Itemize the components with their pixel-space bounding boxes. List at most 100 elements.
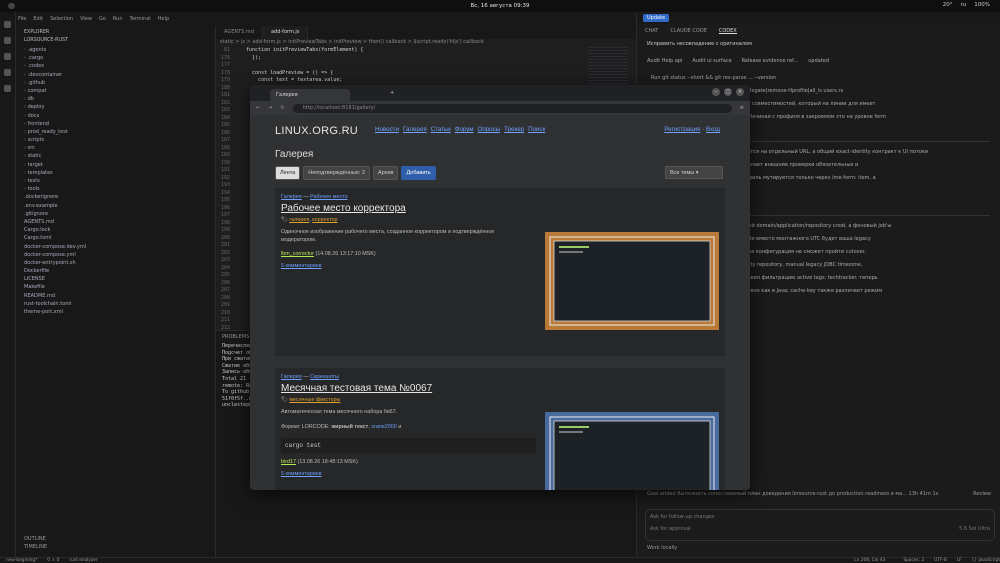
explorer-item[interactable]: scripts	[24, 136, 207, 144]
tab-codex[interactable]: CODEX	[718, 28, 737, 34]
tab-agents-md[interactable]: AGENTS.md	[216, 26, 263, 39]
battery-level[interactable]: 100%	[974, 2, 990, 8]
explorer-item[interactable]: db	[24, 95, 207, 103]
outline-section[interactable]: OUTLINE	[24, 535, 47, 543]
followup-input[interactable]: Ask for follow-up changes Ask for approv…	[645, 509, 995, 541]
project-name[interactable]: LORSOURCE-RUST	[24, 38, 207, 43]
source-control-icon[interactable]	[4, 53, 11, 60]
explorer-item[interactable]: rust-toolchain.toml	[24, 300, 207, 308]
tag-link[interactable]: месячные фикстуры	[289, 397, 340, 403]
back-icon[interactable]: ←	[256, 105, 260, 111]
explorer-item[interactable]: src	[24, 144, 207, 152]
breadcrumb[interactable]: static > js > add-form.js > initPreviewT…	[216, 39, 636, 47]
search-icon[interactable]	[4, 37, 11, 44]
explorer-item[interactable]: Makefile	[24, 283, 207, 291]
explorer-item[interactable]: .cargo	[24, 54, 207, 62]
nav-news[interactable]: Новости	[375, 126, 399, 133]
explorer-item[interactable]: theme-port.xml	[24, 308, 207, 316]
approval-mode[interactable]: Ask for approval	[650, 526, 691, 532]
explorer-item[interactable]: .codex	[24, 62, 207, 70]
run-debug-icon[interactable]	[4, 69, 11, 76]
explorer-item[interactable]: deploy	[24, 103, 207, 111]
explorer-item[interactable]: .agents	[24, 46, 207, 54]
explorer-item[interactable]: .github	[24, 79, 207, 87]
work-mode[interactable]: Work locally	[647, 545, 677, 551]
explorer-item[interactable]: prod_ready_test	[24, 128, 207, 136]
code-line[interactable]: 177	[220, 62, 636, 70]
keyboard-layout[interactable]: ru	[961, 2, 967, 8]
explorer-item[interactable]: .devcontainer	[24, 71, 207, 79]
code-line[interactable]: 178 const loadPreview = () => {	[220, 70, 636, 78]
nav-tracker[interactable]: Трекер	[504, 126, 524, 133]
explorer-item[interactable]: tests	[24, 177, 207, 185]
unconfirmed-button[interactable]: Неподтверждённые: 2	[303, 166, 371, 180]
explorer-item[interactable]: AGENTS.md	[24, 218, 207, 226]
menu-terminal[interactable]: Terminal	[130, 16, 151, 22]
maximize-icon[interactable]: □	[724, 88, 732, 96]
explorer-item[interactable]: docker-compose.yml	[24, 251, 207, 259]
chip-audit-ui[interactable]: Audit ui surface	[692, 58, 731, 64]
browser-tab[interactable]: Галерея	[270, 89, 350, 101]
reload-icon[interactable]: ↻	[280, 105, 284, 111]
chip-audit-help[interactable]: Audit Help api	[647, 58, 682, 64]
code-line[interactable]: 179 const text = textarea.value;	[220, 77, 636, 85]
menu-selection[interactable]: Selection	[50, 16, 73, 22]
tab-chat[interactable]: CHAT	[645, 28, 658, 34]
update-button[interactable]: Update	[643, 14, 670, 22]
register-link[interactable]: Регистрация	[664, 126, 700, 133]
explorer-item[interactable]: compat	[24, 87, 207, 95]
post-section[interactable]: Галерея	[281, 374, 302, 380]
close-icon[interactable]: ×	[736, 88, 744, 96]
explorer-item[interactable]: Cargo.toml	[24, 234, 207, 242]
code-line[interactable]: 81 function initPreviewTabs(formElement)…	[220, 47, 636, 55]
explorer-item[interactable]: docker-entrypoint.sh	[24, 259, 207, 267]
git-branch[interactable]: new-begining*	[6, 558, 37, 563]
nav-forum[interactable]: Форум	[455, 126, 474, 133]
explorer-item[interactable]: .gitignore	[24, 210, 207, 218]
menu-help[interactable]: Help	[158, 16, 169, 22]
explorer-item[interactable]: tools	[24, 185, 207, 193]
topic-filter-select[interactable]: Все темы ▾	[665, 166, 723, 179]
explorer-item[interactable]: static	[24, 152, 207, 160]
activities-button[interactable]	[8, 3, 15, 9]
timeline-section[interactable]: TIMELINE	[24, 543, 47, 551]
explorer-item[interactable]: .env.example	[24, 202, 207, 210]
post-group[interactable]: Рабочее место	[310, 194, 348, 200]
author-link[interactable]: lbm_corrector	[281, 251, 314, 257]
minimize-icon[interactable]: –	[712, 88, 720, 96]
problems-count[interactable]: 0 ⚠ 0	[47, 558, 59, 563]
archive-button[interactable]: Архив	[373, 166, 399, 180]
login-link[interactable]: Вход	[706, 126, 720, 133]
menu-run[interactable]: Run	[113, 16, 123, 22]
explorer-icon[interactable]	[4, 21, 11, 28]
tag-link[interactable]: корректор	[312, 217, 337, 223]
weather[interactable]: 20°	[943, 2, 953, 8]
address-bar[interactable]: http://localhost:8181/gallery/	[292, 103, 732, 113]
author-link[interactable]: bird17	[281, 459, 296, 465]
menu-edit[interactable]: Edit	[33, 16, 43, 22]
explorer-item[interactable]: docs	[24, 112, 207, 120]
chip-release[interactable]: Release evidence ref...	[742, 58, 799, 64]
tag-link[interactable]: галерея	[289, 217, 309, 223]
rust-analyzer-status[interactable]: rust-analyzer	[69, 558, 97, 563]
explorer-item[interactable]: Dockerfile	[24, 267, 207, 275]
post-thumbnail[interactable]	[545, 412, 719, 490]
post-thumbnail[interactable]	[545, 232, 719, 330]
add-button[interactable]: Добавить	[401, 166, 436, 180]
menu-file[interactable]: File	[18, 16, 26, 22]
explorer-item[interactable]: .dockerignore	[24, 193, 207, 201]
forward-icon[interactable]: →	[268, 105, 272, 111]
nav-articles[interactable]: Статьи	[431, 126, 451, 133]
indent[interactable]: Spaces: 2	[903, 558, 924, 563]
user-link[interactable]: crane2000	[371, 424, 396, 430]
tab-add-form-js[interactable]: add-form.js	[262, 26, 309, 39]
explorer-item[interactable]: frontend	[24, 120, 207, 128]
menu-icon[interactable]: ≡	[740, 105, 744, 111]
nav-search[interactable]: Поиск	[528, 126, 545, 133]
cursor-position[interactable]: Ln 208, Col 43	[854, 558, 885, 563]
clock[interactable]: Вс, 16 августа 09:39	[471, 3, 530, 9]
post-group[interactable]: Скриншоты	[310, 374, 339, 380]
explorer-item[interactable]: templates	[24, 169, 207, 177]
explorer-item[interactable]: target	[24, 161, 207, 169]
review-button[interactable]: Review	[973, 491, 991, 497]
